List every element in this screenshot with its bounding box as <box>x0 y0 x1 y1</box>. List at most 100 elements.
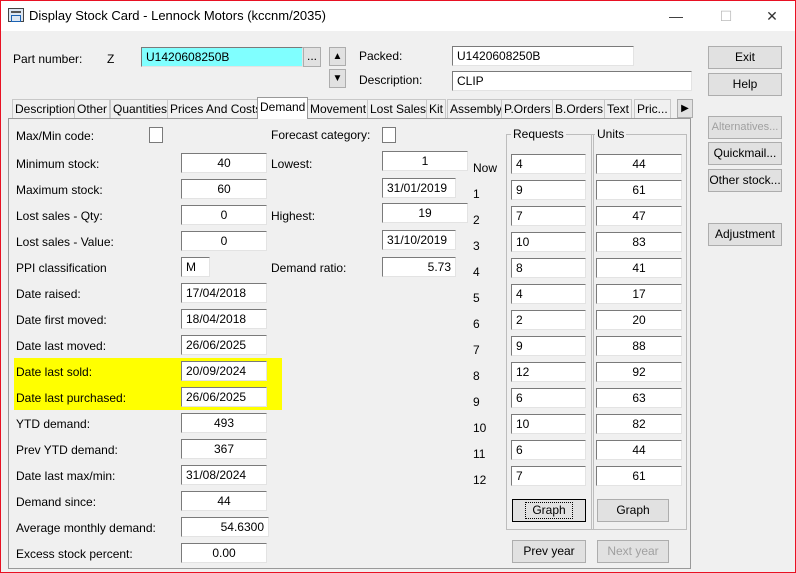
packed-field[interactable]: U1420608250B <box>452 46 634 66</box>
date-last-purchased-field[interactable]: 26/06/2025 <box>181 387 267 407</box>
requests-field[interactable]: 4 <box>511 284 586 304</box>
requests-graph-button[interactable]: Graph <box>512 499 586 522</box>
alternatives-button[interactable]: Alternatives... <box>708 116 782 139</box>
requests-field[interactable]: 9 <box>511 336 586 356</box>
requests-field[interactable]: 6 <box>511 440 586 460</box>
minimize-button[interactable]: — <box>653 1 699 31</box>
ppi-classification-field[interactable]: M <box>181 257 210 277</box>
tab-assembly[interactable]: Assembly <box>447 99 506 119</box>
units-field[interactable]: 83 <box>596 232 682 252</box>
tab-scroll-right-icon[interactable]: ▶ <box>677 99 693 118</box>
tab-demand[interactable]: Demand <box>257 97 309 119</box>
part-number-field[interactable]: U1420608250B <box>141 47 303 67</box>
requests-field[interactable]: 8 <box>511 258 586 278</box>
lost-sales-value-field[interactable]: 0 <box>181 231 267 251</box>
minimum-stock-label: Minimum stock: <box>16 157 100 171</box>
requests-field[interactable]: 7 <box>511 466 586 486</box>
period-label: 3 <box>473 239 480 253</box>
arrow-up-icon[interactable]: ▲ <box>329 47 346 66</box>
date-last-sold-field[interactable]: 20/09/2024 <box>181 361 267 381</box>
units-field[interactable]: 63 <box>596 388 682 408</box>
date-last-purchased-label: Date last purchased: <box>16 391 127 405</box>
date-raised-field[interactable]: 17/04/2018 <box>181 283 267 303</box>
packed-label: Packed: <box>359 49 403 63</box>
units-field[interactable]: 92 <box>596 362 682 382</box>
units-field[interactable]: 82 <box>596 414 682 434</box>
requests-field[interactable]: 7 <box>511 206 586 226</box>
arrow-down-icon[interactable]: ▼ <box>329 69 346 88</box>
requests-field[interactable]: 4 <box>511 154 586 174</box>
tab-prices-and-costs[interactable]: Prices And Costs <box>167 99 265 119</box>
tab-pricing[interactable]: Pric... <box>634 99 671 119</box>
close-button[interactable]: ✕ <box>749 1 795 31</box>
units-field[interactable]: 44 <box>596 154 682 174</box>
units-field[interactable]: 47 <box>596 206 682 226</box>
title-bar: Display Stock Card - Lennock Motors (kcc… <box>1 1 795 31</box>
tab-description[interactable]: Description <box>12 99 79 119</box>
excess-stock-field[interactable]: 0.00 <box>181 543 267 563</box>
excess-stock-label: Excess stock percent: <box>16 547 133 561</box>
adjustment-button[interactable]: Adjustment <box>708 223 782 246</box>
units-field[interactable]: 61 <box>596 180 682 200</box>
requests-field[interactable]: 9 <box>511 180 586 200</box>
requests-field[interactable]: 10 <box>511 414 586 434</box>
units-field[interactable]: 17 <box>596 284 682 304</box>
lost-sales-value-label: Lost sales - Value: <box>16 235 114 249</box>
units-group-label: Units <box>595 127 627 141</box>
period-label: 11 <box>473 447 486 461</box>
lost-sales-qty-field[interactable]: 0 <box>181 205 267 225</box>
tab-kit[interactable]: Kit <box>426 99 447 119</box>
requests-field[interactable]: 12 <box>511 362 586 382</box>
units-graph-button[interactable]: Graph <box>597 499 669 522</box>
highest-label: Highest: <box>271 209 316 223</box>
requests-field[interactable]: 2 <box>511 310 586 330</box>
tab-other[interactable]: Other <box>74 99 111 119</box>
requests-field[interactable]: 6 <box>511 388 586 408</box>
other-stock-button[interactable]: Other stock... <box>708 169 782 192</box>
units-field[interactable]: 20 <box>596 310 682 330</box>
units-field[interactable]: 88 <box>596 336 682 356</box>
minimum-stock-field[interactable]: 40 <box>181 153 267 173</box>
maximize-button[interactable]: ☐ <box>703 1 749 31</box>
date-first-moved-label: Date first moved: <box>16 313 107 327</box>
date-first-moved-field[interactable]: 18/04/2018 <box>181 309 267 329</box>
period-label: 7 <box>473 343 480 357</box>
maximum-stock-field[interactable]: 60 <box>181 179 267 199</box>
tab-quantities[interactable]: Quantities <box>110 99 171 119</box>
window-title: Display Stock Card - Lennock Motors (kcc… <box>29 8 326 23</box>
tab-lost-sales[interactable]: Lost Sales <box>367 99 430 119</box>
part-browse-button[interactable]: ... <box>303 47 321 67</box>
avg-monthly-demand-field[interactable]: 54.6300 <box>181 517 269 537</box>
units-field[interactable]: 61 <box>596 466 682 486</box>
lowest-value-field[interactable]: 1 <box>382 151 468 171</box>
highest-value-field[interactable]: 19 <box>382 203 468 223</box>
requests-field[interactable]: 10 <box>511 232 586 252</box>
exit-button[interactable]: Exit <box>708 46 782 69</box>
tab-borders[interactable]: B.Orders <box>552 99 607 119</box>
lowest-label: Lowest: <box>271 157 313 171</box>
lowest-date-field[interactable]: 31/01/2019 <box>382 178 456 198</box>
prev-year-button[interactable]: Prev year <box>512 540 586 563</box>
demand-ratio-field[interactable]: 5.73 <box>382 257 456 277</box>
ytd-demand-field[interactable]: 493 <box>181 413 267 433</box>
demand-since-field[interactable]: 44 <box>181 491 267 511</box>
tab-movement[interactable]: Movement <box>307 99 370 119</box>
forecast-category-checkbox[interactable] <box>382 127 396 143</box>
quickmail-button[interactable]: Quickmail... <box>708 142 782 165</box>
tab-text[interactable]: Text <box>604 99 633 119</box>
units-field[interactable]: 44 <box>596 440 682 460</box>
date-last-moved-field[interactable]: 26/06/2025 <box>181 335 267 355</box>
requests-group-label: Requests <box>511 127 566 141</box>
date-last-maxmin-field[interactable]: 31/08/2024 <box>181 465 267 485</box>
period-label: 6 <box>473 317 480 331</box>
period-label: 9 <box>473 395 480 409</box>
units-field[interactable]: 41 <box>596 258 682 278</box>
max-min-code-checkbox[interactable] <box>149 127 163 143</box>
highest-date-field[interactable]: 31/10/2019 <box>382 230 456 250</box>
tab-porders[interactable]: P.Orders <box>501 99 554 119</box>
help-button[interactable]: Help <box>708 73 782 96</box>
prev-ytd-demand-field[interactable]: 367 <box>181 439 267 459</box>
part-number-label: Part number: <box>13 52 83 66</box>
next-year-button[interactable]: Next year <box>597 540 669 563</box>
description-field[interactable]: CLIP <box>452 71 692 91</box>
